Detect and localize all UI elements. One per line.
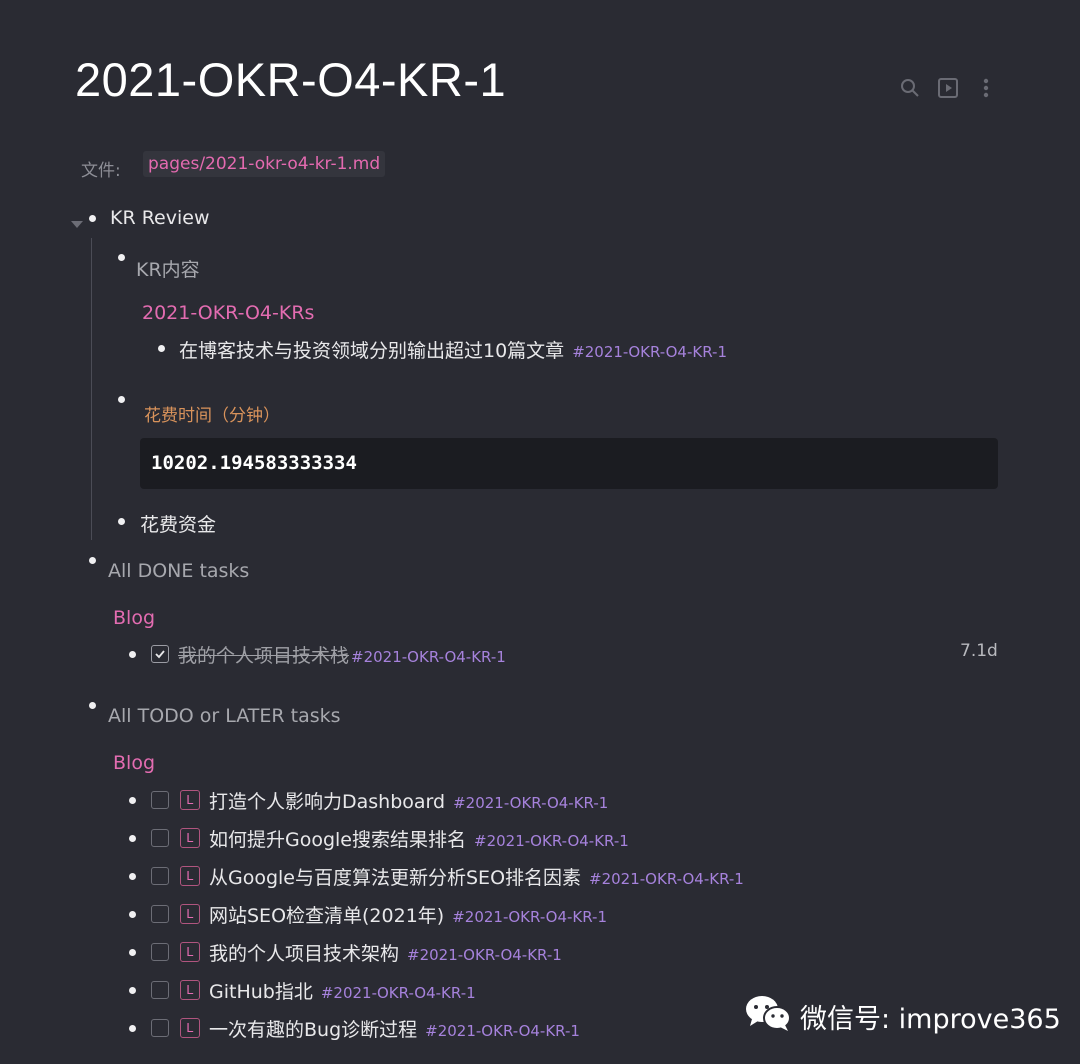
bullet[interactable] — [129, 873, 136, 880]
later-marker[interactable]: L — [180, 866, 200, 886]
done-item-duration: 7.1d — [960, 641, 998, 661]
bullet[interactable] — [89, 215, 96, 222]
todo-checkbox[interactable] — [151, 791, 169, 809]
bullet[interactable] — [118, 518, 125, 525]
page-toolbar — [898, 76, 998, 100]
later-marker[interactable]: L — [180, 828, 200, 848]
page-title: 2021-OKR-O4-KR-1 — [75, 53, 507, 106]
bullet[interactable] — [158, 345, 165, 352]
todo-item-tag[interactable]: #2021-OKR-O4-KR-1 — [589, 870, 744, 888]
todo-item[interactable]: 如何提升Google搜索结果排名 #2021-OKR-O4-KR-1 — [209, 825, 629, 852]
todo-checkbox[interactable] — [151, 1019, 169, 1037]
wechat-icon — [744, 994, 792, 1039]
todo-item[interactable]: 打造个人影响力Dashboard #2021-OKR-O4-KR-1 — [209, 787, 608, 814]
file-path-link[interactable]: pages/2021-okr-o4-kr-1.md — [143, 151, 386, 177]
kr-item[interactable]: 在博客技术与投资领域分别输出超过10篇文章 #2021-OKR-O4-KR-1 — [179, 336, 727, 363]
bullet[interactable] — [118, 396, 125, 403]
done-item-tag[interactable]: #2021-OKR-O4-KR-1 — [351, 648, 506, 666]
kr-item-tag[interactable]: #2021-OKR-O4-KR-1 — [572, 343, 727, 361]
todo-item-tag[interactable]: #2021-OKR-O4-KR-1 — [474, 832, 629, 850]
later-marker[interactable]: L — [180, 1018, 200, 1038]
later-marker[interactable]: L — [180, 980, 200, 1000]
todo-item-tag[interactable]: #2021-OKR-O4-KR-1 — [321, 984, 476, 1002]
bullet[interactable] — [129, 949, 136, 956]
todo-checkbox[interactable] — [151, 905, 169, 923]
todo-item-text[interactable]: 打造个人影响力Dashboard — [209, 791, 445, 813]
time-spent-label: 花费时间（分钟） — [144, 406, 280, 426]
done-group-link[interactable]: Blog — [113, 607, 155, 629]
time-spent-value-block: 10202.194583333334 — [140, 438, 998, 489]
bullet[interactable] — [129, 987, 136, 994]
later-marker[interactable]: L — [180, 904, 200, 924]
done-item-text[interactable]: 我的个人项目技术栈 — [178, 645, 349, 667]
bullet[interactable] — [129, 651, 136, 658]
block-money-spent[interactable]: 花费资金 — [140, 510, 216, 537]
watermark-text: 微信号: improve365 — [800, 1004, 1061, 1035]
krs-page-link[interactable]: 2021-OKR-O4-KRs — [142, 302, 314, 324]
todo-item[interactable]: GitHub指北 #2021-OKR-O4-KR-1 — [209, 977, 476, 1004]
todo-checkbox[interactable] — [151, 943, 169, 961]
todo-checkbox[interactable] — [151, 829, 169, 847]
todo-group-link[interactable]: Blog — [113, 752, 155, 774]
later-marker[interactable]: L — [180, 942, 200, 962]
block-done-tasks[interactable]: All DONE tasks — [108, 560, 249, 582]
todo-item-tag[interactable]: #2021-OKR-O4-KR-1 — [453, 794, 608, 812]
todo-item-text[interactable]: 我的个人项目技术架构 — [209, 943, 399, 965]
bullet[interactable] — [129, 797, 136, 804]
bullet[interactable] — [129, 911, 136, 918]
bullet[interactable] — [129, 835, 136, 842]
todo-checkbox[interactable] — [151, 867, 169, 885]
watermark: 微信号: improve365 — [744, 994, 1061, 1039]
todo-item-text[interactable]: 从Google与百度算法更新分析SEO排名因素 — [209, 867, 581, 889]
bullet[interactable] — [89, 702, 96, 709]
bullet[interactable] — [118, 254, 125, 261]
search-icon[interactable] — [898, 76, 922, 100]
collapse-arrow-icon[interactable] — [71, 214, 83, 233]
todo-item-tag[interactable]: #2021-OKR-O4-KR-1 — [452, 908, 607, 926]
todo-item[interactable]: 一次有趣的Bug诊断过程 #2021-OKR-O4-KR-1 — [209, 1015, 580, 1042]
todo-item-text[interactable]: 如何提升Google搜索结果排名 — [209, 829, 466, 851]
todo-item-text[interactable]: GitHub指北 — [209, 981, 313, 1003]
todo-item-tag[interactable]: #2021-OKR-O4-KR-1 — [407, 946, 562, 964]
block-todo-tasks[interactable]: All TODO or LATER tasks — [108, 705, 341, 727]
bullet[interactable] — [129, 1025, 136, 1032]
todo-checkbox[interactable] — [151, 981, 169, 999]
todo-item[interactable]: 我的个人项目技术架构 #2021-OKR-O4-KR-1 — [209, 939, 562, 966]
time-spent-value: 10202.194583333334 — [151, 452, 357, 474]
later-marker[interactable]: L — [180, 790, 200, 810]
kr-item-text[interactable]: 在博客技术与投资领域分别输出超过10篇文章 — [179, 340, 564, 362]
todo-item-text[interactable]: 一次有趣的Bug诊断过程 — [209, 1019, 417, 1041]
todo-item-text[interactable]: 网站SEO检查清单(2021年) — [209, 905, 444, 927]
block-kr-review[interactable]: KR Review — [110, 207, 210, 229]
more-vertical-icon[interactable] — [974, 76, 998, 100]
block-kr-content[interactable]: KR内容 — [136, 255, 200, 282]
presentation-icon[interactable] — [936, 76, 960, 100]
bullet[interactable] — [89, 557, 96, 564]
done-checkbox[interactable] — [151, 645, 169, 663]
todo-item-tag[interactable]: #2021-OKR-O4-KR-1 — [425, 1022, 580, 1040]
todo-item[interactable]: 从Google与百度算法更新分析SEO排名因素 #2021-OKR-O4-KR-1 — [209, 863, 744, 890]
block-children-guide — [91, 238, 92, 540]
todo-item[interactable]: 网站SEO检查清单(2021年) #2021-OKR-O4-KR-1 — [209, 901, 607, 928]
done-item[interactable]: 我的个人项目技术栈 #2021-OKR-O4-KR-1 — [178, 641, 506, 668]
file-label: 文件: — [81, 161, 121, 181]
